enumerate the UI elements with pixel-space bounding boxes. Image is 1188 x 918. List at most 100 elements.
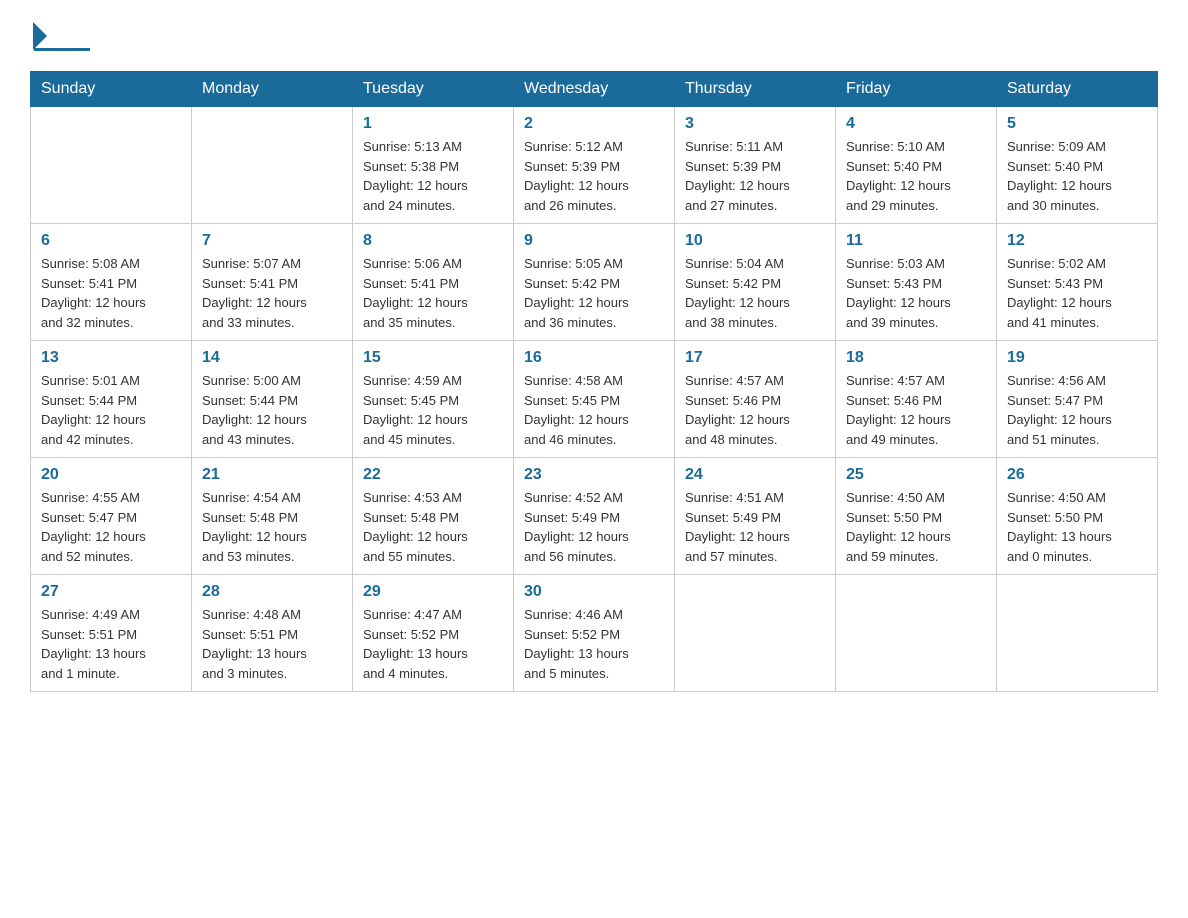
day-info: Sunrise: 5:04 AM Sunset: 5:42 PM Dayligh…	[685, 254, 825, 332]
column-header-wednesday: Wednesday	[514, 72, 675, 107]
day-info: Sunrise: 5:07 AM Sunset: 5:41 PM Dayligh…	[202, 254, 342, 332]
column-header-monday: Monday	[192, 72, 353, 107]
day-info: Sunrise: 5:02 AM Sunset: 5:43 PM Dayligh…	[1007, 254, 1147, 332]
day-number: 12	[1007, 232, 1147, 250]
day-number: 8	[363, 232, 503, 250]
calendar-cell: 7 Sunrise: 5:07 AM Sunset: 5:41 PM Daylig…	[192, 224, 353, 341]
calendar-cell: 10 Sunrise: 5:04 AM Sunset: 5:42 PM Dayli…	[675, 224, 836, 341]
day-number: 19	[1007, 349, 1147, 367]
calendar-cell: 19 Sunrise: 4:56 AM Sunset: 5:47 PM Dayli…	[997, 341, 1158, 458]
calendar-cell: 27 Sunrise: 4:49 AM Sunset: 5:51 PM Dayli…	[31, 575, 192, 692]
calendar-cell: 4 Sunrise: 5:10 AM Sunset: 5:40 PM Daylig…	[836, 107, 997, 224]
day-info: Sunrise: 4:46 AM Sunset: 5:52 PM Dayligh…	[524, 605, 664, 683]
day-number: 5	[1007, 115, 1147, 133]
day-info: Sunrise: 5:05 AM Sunset: 5:42 PM Dayligh…	[524, 254, 664, 332]
day-number: 23	[524, 466, 664, 484]
day-info: Sunrise: 5:10 AM Sunset: 5:40 PM Dayligh…	[846, 137, 986, 215]
calendar-cell: 15 Sunrise: 4:59 AM Sunset: 5:45 PM Dayli…	[353, 341, 514, 458]
day-number: 7	[202, 232, 342, 250]
day-info: Sunrise: 4:50 AM Sunset: 5:50 PM Dayligh…	[1007, 488, 1147, 566]
column-header-thursday: Thursday	[675, 72, 836, 107]
day-info: Sunrise: 4:51 AM Sunset: 5:49 PM Dayligh…	[685, 488, 825, 566]
day-number: 4	[846, 115, 986, 133]
calendar-cell: 2 Sunrise: 5:12 AM Sunset: 5:39 PM Daylig…	[514, 107, 675, 224]
day-number: 25	[846, 466, 986, 484]
calendar-cell: 6 Sunrise: 5:08 AM Sunset: 5:41 PM Daylig…	[31, 224, 192, 341]
calendar-cell: 18Sunrise: 4:57 AM Sunset: 5:46 PM Dayli…	[836, 341, 997, 458]
calendar-cell: 23Sunrise: 4:52 AM Sunset: 5:49 PM Dayli…	[514, 458, 675, 575]
column-header-saturday: Saturday	[997, 72, 1158, 107]
day-info: Sunrise: 4:54 AM Sunset: 5:48 PM Dayligh…	[202, 488, 342, 566]
day-number: 6	[41, 232, 181, 250]
calendar-cell	[675, 575, 836, 692]
day-number: 1	[363, 115, 503, 133]
day-info: Sunrise: 4:53 AM Sunset: 5:48 PM Dayligh…	[363, 488, 503, 566]
calendar-cell: 14 Sunrise: 5:00 AM Sunset: 5:44 PM Dayli…	[192, 341, 353, 458]
page-header	[30, 20, 1158, 51]
day-number: 22	[363, 466, 503, 484]
day-info: Sunrise: 4:59 AM Sunset: 5:45 PM Dayligh…	[363, 371, 503, 449]
day-info: Sunrise: 4:57 AM Sunset: 5:46 PM Dayligh…	[846, 371, 986, 449]
day-info: Sunrise: 5:11 AM Sunset: 5:39 PM Dayligh…	[685, 137, 825, 215]
day-number: 29	[363, 583, 503, 601]
calendar-cell: 17 Sunrise: 4:57 AM Sunset: 5:46 PM Dayli…	[675, 341, 836, 458]
calendar-cell: 1 Sunrise: 5:13 AM Sunset: 5:38 PM Daylig…	[353, 107, 514, 224]
week-row-2: 6 Sunrise: 5:08 AM Sunset: 5:41 PM Daylig…	[31, 224, 1158, 341]
day-number: 14	[202, 349, 342, 367]
calendar-cell: 3 Sunrise: 5:11 AM Sunset: 5:39 PM Daylig…	[675, 107, 836, 224]
calendar-cell: 16Sunrise: 4:58 AM Sunset: 5:45 PM Dayli…	[514, 341, 675, 458]
calendar-cell: 20 Sunrise: 4:55 AM Sunset: 5:47 PM Dayli…	[31, 458, 192, 575]
calendar-cell: 11 Sunrise: 5:03 AM Sunset: 5:43 PM Dayli…	[836, 224, 997, 341]
calendar-cell: 28 Sunrise: 4:48 AM Sunset: 5:51 PM Dayli…	[192, 575, 353, 692]
day-info: Sunrise: 5:13 AM Sunset: 5:38 PM Dayligh…	[363, 137, 503, 215]
logo	[30, 20, 88, 51]
calendar-header-row: SundayMondayTuesdayWednesdayThursdayFrid…	[31, 72, 1158, 107]
day-number: 17	[685, 349, 825, 367]
day-info: Sunrise: 4:57 AM Sunset: 5:46 PM Dayligh…	[685, 371, 825, 449]
calendar-cell	[997, 575, 1158, 692]
calendar-cell: 24 Sunrise: 4:51 AM Sunset: 5:49 PM Dayli…	[675, 458, 836, 575]
day-number: 2	[524, 115, 664, 133]
day-info: Sunrise: 5:00 AM Sunset: 5:44 PM Dayligh…	[202, 371, 342, 449]
calendar-cell: 26Sunrise: 4:50 AM Sunset: 5:50 PM Dayli…	[997, 458, 1158, 575]
day-number: 21	[202, 466, 342, 484]
day-info: Sunrise: 4:50 AM Sunset: 5:50 PM Dayligh…	[846, 488, 986, 566]
day-number: 24	[685, 466, 825, 484]
day-info: Sunrise: 4:55 AM Sunset: 5:47 PM Dayligh…	[41, 488, 181, 566]
day-number: 27	[41, 583, 181, 601]
column-header-tuesday: Tuesday	[353, 72, 514, 107]
day-info: Sunrise: 5:06 AM Sunset: 5:41 PM Dayligh…	[363, 254, 503, 332]
column-header-friday: Friday	[836, 72, 997, 107]
week-row-5: 27 Sunrise: 4:49 AM Sunset: 5:51 PM Dayli…	[31, 575, 1158, 692]
week-row-1: 1 Sunrise: 5:13 AM Sunset: 5:38 PM Daylig…	[31, 107, 1158, 224]
day-info: Sunrise: 5:12 AM Sunset: 5:39 PM Dayligh…	[524, 137, 664, 215]
calendar-cell: 8 Sunrise: 5:06 AM Sunset: 5:41 PM Daylig…	[353, 224, 514, 341]
day-info: Sunrise: 4:48 AM Sunset: 5:51 PM Dayligh…	[202, 605, 342, 683]
calendar-table: SundayMondayTuesdayWednesdayThursdayFrid…	[30, 71, 1158, 692]
day-info: Sunrise: 4:56 AM Sunset: 5:47 PM Dayligh…	[1007, 371, 1147, 449]
day-number: 3	[685, 115, 825, 133]
day-number: 20	[41, 466, 181, 484]
week-row-3: 13Sunrise: 5:01 AM Sunset: 5:44 PM Dayli…	[31, 341, 1158, 458]
day-info: Sunrise: 5:03 AM Sunset: 5:43 PM Dayligh…	[846, 254, 986, 332]
calendar-cell: 12 Sunrise: 5:02 AM Sunset: 5:43 PM Dayli…	[997, 224, 1158, 341]
day-info: Sunrise: 5:08 AM Sunset: 5:41 PM Dayligh…	[41, 254, 181, 332]
logo-triangle-icon	[33, 22, 47, 50]
day-info: Sunrise: 4:58 AM Sunset: 5:45 PM Dayligh…	[524, 371, 664, 449]
day-number: 30	[524, 583, 664, 601]
calendar-cell: 30 Sunrise: 4:46 AM Sunset: 5:52 PM Dayli…	[514, 575, 675, 692]
day-number: 28	[202, 583, 342, 601]
calendar-cell: 22 Sunrise: 4:53 AM Sunset: 5:48 PM Dayli…	[353, 458, 514, 575]
calendar-cell: 29Sunrise: 4:47 AM Sunset: 5:52 PM Dayli…	[353, 575, 514, 692]
day-info: Sunrise: 5:09 AM Sunset: 5:40 PM Dayligh…	[1007, 137, 1147, 215]
calendar-cell: 5 Sunrise: 5:09 AM Sunset: 5:40 PM Daylig…	[997, 107, 1158, 224]
day-info: Sunrise: 4:49 AM Sunset: 5:51 PM Dayligh…	[41, 605, 181, 683]
day-number: 11	[846, 232, 986, 250]
calendar-cell: 25 Sunrise: 4:50 AM Sunset: 5:50 PM Dayli…	[836, 458, 997, 575]
calendar-cell: 21 Sunrise: 4:54 AM Sunset: 5:48 PM Dayli…	[192, 458, 353, 575]
day-number: 9	[524, 232, 664, 250]
day-number: 13	[41, 349, 181, 367]
day-number: 10	[685, 232, 825, 250]
week-row-4: 20 Sunrise: 4:55 AM Sunset: 5:47 PM Dayli…	[31, 458, 1158, 575]
day-number: 15	[363, 349, 503, 367]
